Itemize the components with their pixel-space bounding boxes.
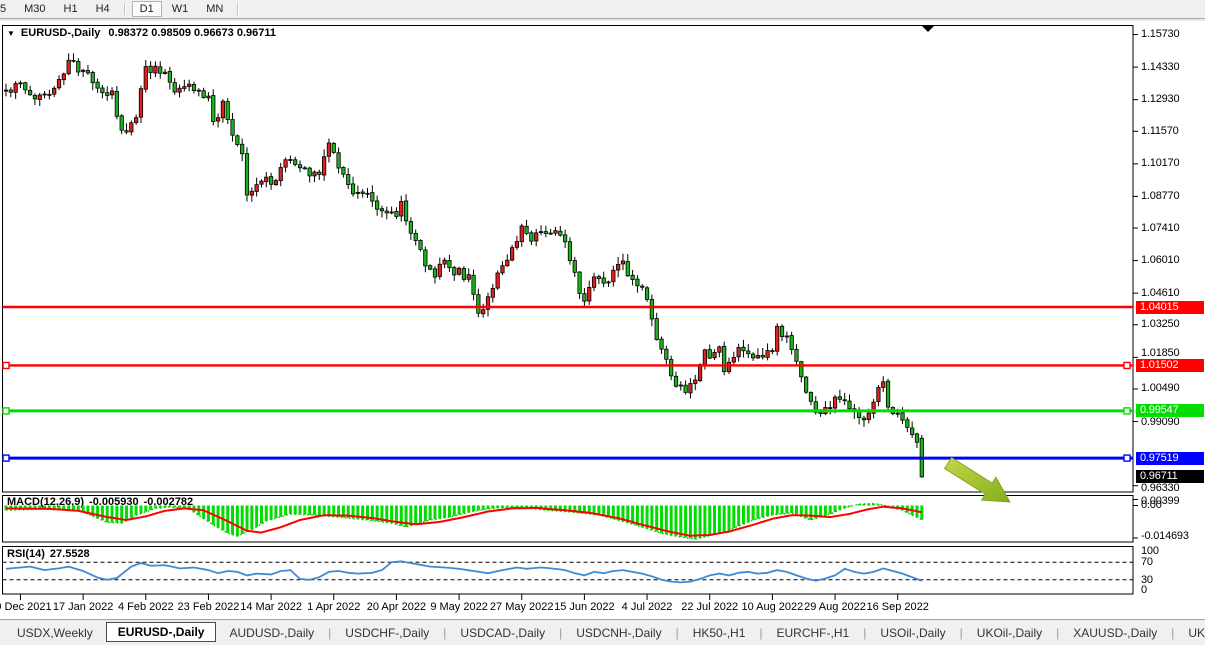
price-tick-1.15730: 1.15730 — [1141, 28, 1179, 41]
expand-arrow-icon[interactable]: ▼ — [7, 29, 15, 38]
toolbar-separator — [237, 3, 239, 15]
mt4-window: 5M30H1H4 D1W1MN ▼ EURUSD-,Daily 0.98372 0… — [0, 0, 1205, 645]
price-tick-1.07410: 1.07410 — [1141, 222, 1179, 235]
macd-main-value: -0.005930 — [89, 496, 139, 508]
timeframe-button-m30[interactable]: M30 — [16, 1, 53, 17]
rsi-value: 27.5528 — [50, 548, 90, 560]
price-tick-1.12930: 1.12930 — [1141, 93, 1179, 106]
price-tick-1.08770: 1.08770 — [1141, 190, 1179, 203]
rsi-axis-70: 70 — [1141, 556, 1153, 569]
macd-label: MACD(12,26,9) -0.005930 -0.002782 — [7, 496, 198, 508]
timeframe-button-w1[interactable]: W1 — [164, 1, 197, 17]
price-tick-1.04610: 1.04610 — [1141, 287, 1179, 300]
date-axis: 29 Dec 202117 Jan 20224 Feb 202223 Feb 2… — [0, 599, 1205, 617]
price-axis: 1.15730 1.14330 1.12930 1.11570 1.10170 1.087… — [1134, 0, 1205, 620]
price-line-label-1.04015: 1.04015 — [1136, 301, 1204, 314]
price-tick-0.99090: 0.99090 — [1141, 416, 1179, 429]
tab-usdcnh-daily[interactable]: USDCNH-,Daily — [563, 624, 674, 642]
price-tick-1.14330: 1.14330 — [1141, 61, 1179, 74]
timeframe-button-d1[interactable]: D1 — [132, 1, 162, 17]
date-label: 16 Sep 2022 — [853, 601, 943, 613]
price-line-label-0.99547: 0.99547 — [1136, 404, 1204, 417]
tab-usdcad-daily[interactable]: USDCAD-,Daily — [447, 624, 558, 642]
price-tick-1.03250: 1.03250 — [1141, 318, 1179, 331]
chart-ohlc-values: 0.98372 0.98509 0.96673 0.96711 — [108, 27, 276, 39]
tab-audusd-daily[interactable]: AUDUSD-,Daily — [216, 624, 327, 642]
price-tick-1.00490: 1.00490 — [1141, 382, 1179, 395]
chart-symbol-label: EURUSD-,Daily — [21, 27, 100, 39]
timeframe-toolbar: 5M30H1H4 D1W1MN — [0, 0, 1205, 18]
macd-axis-0.00: 0.00 — [1141, 499, 1162, 512]
tab-ukoil-da[interactable]: UKOil-,Da — [1175, 624, 1205, 642]
timeframe-button-mn[interactable]: MN — [198, 1, 231, 17]
toolbar-separator — [124, 3, 126, 15]
tab-eurusd-daily[interactable]: EURUSD-,Daily — [106, 622, 217, 642]
macd-name: MACD(12,26,9) — [7, 496, 84, 508]
chart-background — [0, 21, 1205, 619]
tab-usoil-daily[interactable]: USOil-,Daily — [867, 624, 958, 642]
rsi-label: RSI(14) 27.5528 — [7, 548, 95, 560]
tab-eurchf-h1[interactable]: EURCHF-,H1 — [764, 624, 863, 642]
chart-title: ▼ EURUSD-,Daily 0.98372 0.98509 0.96673 … — [7, 27, 276, 39]
price-line-label-1.01502: 1.01502 — [1136, 359, 1204, 372]
price-tick-1.11570: 1.11570 — [1141, 125, 1179, 138]
tab-hk50-h1[interactable]: HK50-,H1 — [680, 624, 759, 642]
toolbar-divider — [0, 18, 1205, 22]
price-tick-1.06010: 1.06010 — [1141, 254, 1179, 267]
price-line-label-0.97519: 0.97519 — [1136, 452, 1204, 465]
current-price-label: 0.96711 — [1136, 470, 1204, 483]
timeframe-button-5[interactable]: 5 — [0, 1, 14, 17]
tab-usdchf-daily[interactable]: USDCHF-,Daily — [332, 624, 442, 642]
tab-usdx-weekly[interactable]: USDX,Weekly — [4, 624, 106, 642]
price-tick-1.10170: 1.10170 — [1141, 157, 1179, 170]
symbol-tabbar: USDX,WeeklyEURUSD-,DailyAUDUSD-,Daily|US… — [0, 621, 1205, 645]
rsi-name: RSI(14) — [7, 548, 45, 560]
tab-xauusd-daily[interactable]: XAUUSD-,Daily — [1060, 624, 1170, 642]
price-tick-0.96330: 0.96330 — [1141, 482, 1179, 495]
timeframe-button-h1[interactable]: H1 — [56, 1, 86, 17]
macd-axis--0.014693: -0.014693 — [1141, 530, 1189, 543]
macd-signal-value: -0.002782 — [144, 496, 194, 508]
timeframe-button-h4[interactable]: H4 — [88, 1, 118, 17]
tab-ukoil-daily[interactable]: UKOil-,Daily — [964, 624, 1055, 642]
rsi-axis-0: 0 — [1141, 584, 1147, 597]
